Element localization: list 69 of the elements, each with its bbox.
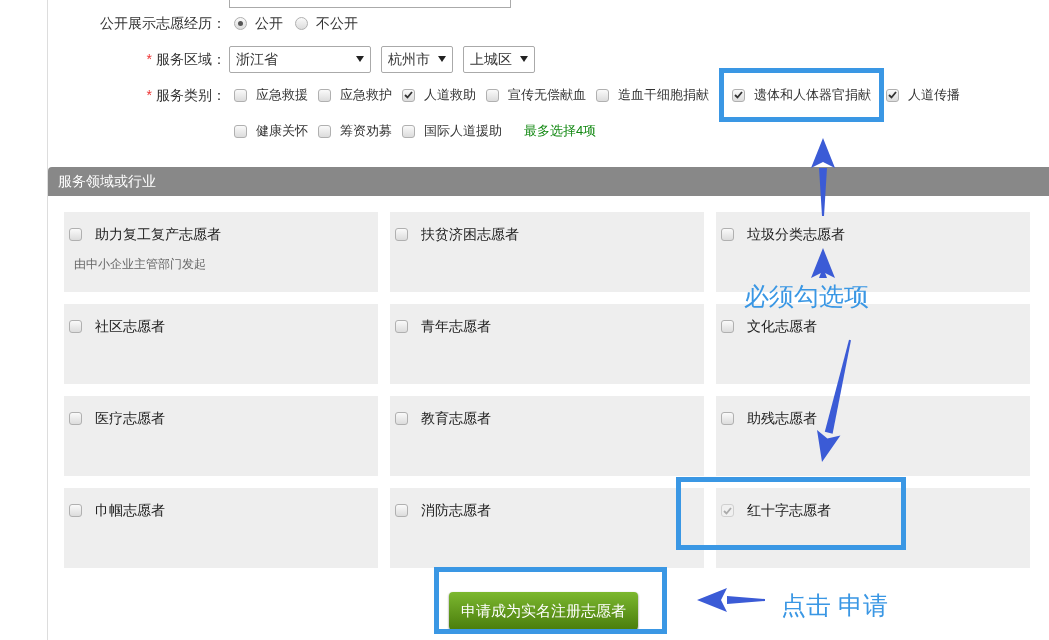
- option-label: 消防志愿者: [421, 501, 491, 520]
- left-arrow: [697, 588, 765, 612]
- checkbox[interactable]: [69, 504, 82, 517]
- check-icon: [888, 91, 897, 99]
- category-label: 应急救护: [340, 86, 392, 105]
- dropdown[interactable]: 浙江省: [229, 45, 371, 73]
- checkbox[interactable]: [69, 412, 82, 425]
- option-label: 巾帼志愿者: [95, 501, 165, 520]
- option-label: 红十字志愿者: [747, 501, 831, 520]
- checkbox[interactable]: [721, 320, 734, 333]
- radio-label: 不公开: [316, 13, 358, 33]
- option-label: 垃圾分类志愿者: [747, 225, 845, 244]
- checkbox[interactable]: [395, 228, 408, 241]
- hint-text: 最多选择4项: [524, 122, 597, 141]
- checkbox[interactable]: [234, 124, 247, 138]
- checkbox[interactable]: [69, 320, 82, 333]
- category-label: 遗体和人体器官捐献: [754, 86, 871, 105]
- category-label: 宣传无偿献血: [508, 86, 586, 105]
- category-label: 应急救援: [256, 86, 308, 105]
- checkbox[interactable]: [69, 228, 82, 241]
- required-mark: *: [146, 49, 152, 69]
- field-label: 服务类别：: [156, 85, 226, 105]
- checkbox[interactable]: [721, 228, 734, 241]
- checkbox[interactable]: [402, 88, 415, 102]
- checkbox[interactable]: [318, 124, 331, 138]
- checkbox[interactable]: [395, 504, 408, 517]
- option-label: 助残志愿者: [747, 409, 817, 428]
- caret-icon: [438, 56, 446, 62]
- required-mark: *: [146, 85, 152, 105]
- option-label: 文化志愿者: [747, 317, 817, 336]
- checkbox[interactable]: [886, 88, 899, 102]
- annotation-text: 点击 申请: [781, 590, 888, 621]
- category-label: 造血干细胞捐献: [618, 86, 709, 105]
- checkbox[interactable]: [732, 88, 745, 102]
- checkbox[interactable]: [486, 88, 499, 102]
- section-header: 服务领域或行业: [48, 167, 1049, 196]
- radio-button[interactable]: [295, 16, 308, 30]
- category-label: 国际人道援助: [424, 122, 502, 141]
- category-label: 人道救助: [424, 86, 476, 105]
- checkbox[interactable]: [596, 88, 609, 102]
- annotation-text: 必须勾选项: [744, 281, 869, 312]
- option-label: 助力复工复产志愿者: [95, 225, 221, 244]
- check-icon: [723, 506, 732, 515]
- option-label: 社区志愿者: [95, 317, 165, 336]
- option-label: 医疗志愿者: [95, 409, 165, 428]
- caret-icon: [520, 56, 528, 62]
- category-label: 健康关怀: [256, 122, 308, 141]
- checkbox[interactable]: [234, 88, 247, 102]
- caret-icon: [356, 56, 364, 62]
- option-note: 由中小企业主管部门发起: [74, 256, 207, 273]
- checkbox[interactable]: [395, 320, 408, 333]
- option-label: 青年志愿者: [421, 317, 491, 336]
- option-label: 教育志愿者: [421, 409, 491, 428]
- option-label: 扶贫济困志愿者: [421, 225, 519, 244]
- dropdown[interactable]: 上城区: [463, 45, 535, 73]
- check-icon: [734, 91, 743, 99]
- checkbox[interactable]: [402, 124, 415, 138]
- category-label: 筹资劝募: [340, 122, 392, 141]
- field-label: 服务区域：: [156, 49, 226, 69]
- up-arrow: [811, 248, 835, 278]
- checkbox[interactable]: [721, 412, 734, 425]
- checkbox[interactable]: [395, 412, 408, 425]
- dropdown[interactable]: 杭州市: [381, 45, 453, 73]
- field-label: 公开展示志愿经历：: [99, 13, 226, 33]
- radio-label: 公开: [255, 13, 283, 33]
- category-label: 人道传播: [908, 86, 960, 105]
- check-icon: [404, 91, 413, 99]
- checkbox[interactable]: [318, 88, 331, 102]
- radio-button[interactable]: [234, 16, 247, 30]
